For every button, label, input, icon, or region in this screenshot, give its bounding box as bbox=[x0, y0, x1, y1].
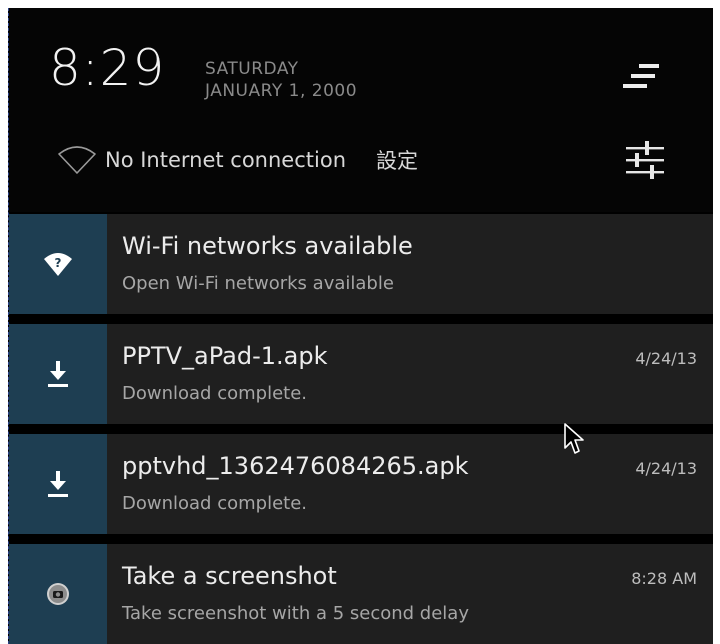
notification-icon-cell bbox=[9, 324, 107, 424]
tune-icon bbox=[626, 141, 664, 179]
camera-icon bbox=[47, 583, 69, 605]
notification-time: 4/24/13 bbox=[635, 349, 697, 368]
network-status[interactable]: No Internet connection 設定 bbox=[57, 140, 418, 180]
date-display[interactable]: SATURDAY JANUARY 1, 2000 bbox=[205, 58, 357, 102]
svg-text:?: ? bbox=[55, 256, 62, 270]
notification-title: Wi-Fi networks available bbox=[122, 232, 413, 260]
notification-title: pptvhd_1362476084265.apk bbox=[122, 452, 469, 480]
notification-subtitle: Download complete. bbox=[122, 493, 307, 514]
clock[interactable]: 8:29 bbox=[49, 38, 165, 98]
notification-download-1[interactable]: PPTV_aPad-1.apk Download complete. 4/24/… bbox=[9, 324, 713, 424]
notification-icon-cell bbox=[9, 544, 107, 644]
clear-all-icon bbox=[639, 64, 659, 68]
mouse-pointer-icon bbox=[564, 423, 584, 454]
wifi-question-icon: ? bbox=[44, 253, 72, 276]
download-icon bbox=[48, 361, 68, 387]
wifi-off-icon bbox=[57, 146, 97, 174]
network-status-text: No Internet connection bbox=[105, 148, 346, 172]
settings-link[interactable]: 設定 bbox=[376, 145, 418, 175]
notification-subtitle: Open Wi-Fi networks available bbox=[122, 273, 394, 294]
notification-time: 4/24/13 bbox=[635, 459, 697, 478]
notification-subtitle: Take screenshot with a 5 second delay bbox=[122, 603, 469, 624]
notification-icon-cell bbox=[9, 434, 107, 534]
clear-all-button[interactable] bbox=[621, 62, 661, 96]
notification-screenshot[interactable]: Take a screenshot Take screenshot with a… bbox=[9, 544, 713, 644]
quick-settings-button[interactable] bbox=[625, 138, 665, 182]
notification-wifi[interactable]: ? Wi-Fi networks available Open Wi-Fi ne… bbox=[9, 214, 713, 314]
date-label: JANUARY 1, 2000 bbox=[205, 81, 358, 101]
notification-title: Take a screenshot bbox=[122, 562, 337, 590]
notification-time: 8:28 AM bbox=[631, 569, 697, 588]
notification-shade: 8:29 SATURDAY JANUARY 1, 2000 No Interne… bbox=[8, 8, 713, 644]
notification-icon-cell: ? bbox=[9, 214, 107, 314]
shade-header: 8:29 SATURDAY JANUARY 1, 2000 No Interne… bbox=[9, 8, 713, 212]
notification-title: PPTV_aPad-1.apk bbox=[122, 342, 328, 370]
notification-download-2[interactable]: pptvhd_1362476084265.apk Download comple… bbox=[9, 434, 713, 534]
day-label: SATURDAY bbox=[205, 59, 299, 79]
download-icon bbox=[48, 471, 68, 497]
notification-subtitle: Download complete. bbox=[122, 383, 307, 404]
